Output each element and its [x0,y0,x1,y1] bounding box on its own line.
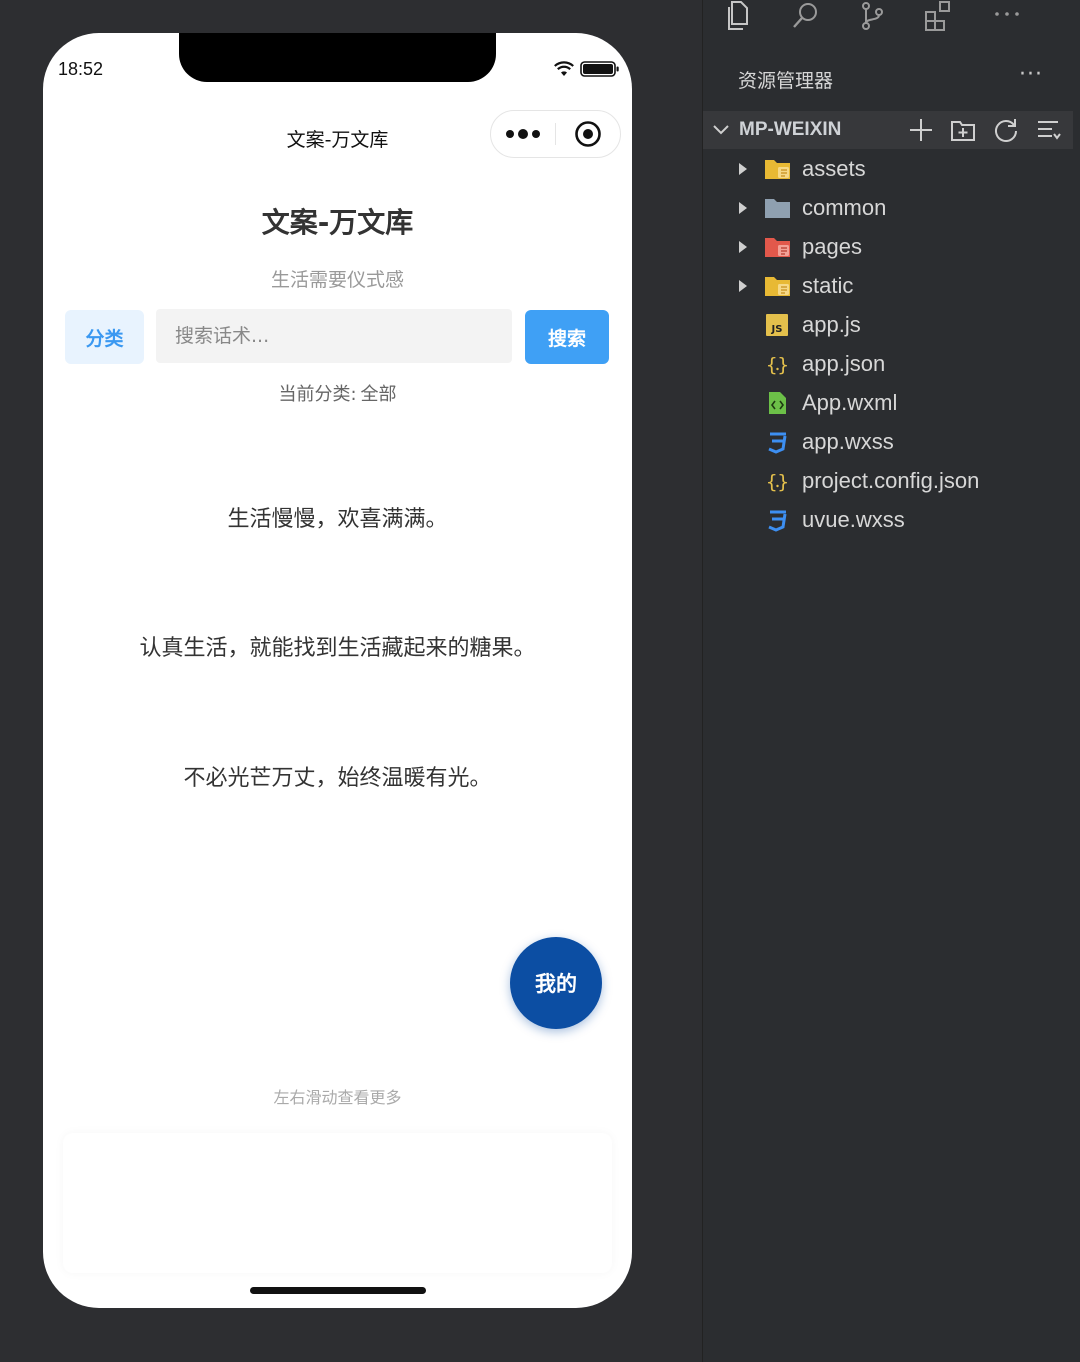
current-category-label: 当前分类: [278,384,357,405]
project-name: MP-WEIXIN [739,119,842,140]
swipe-hint: 左右滑动查看更多 [273,1088,402,1107]
svg-text:{}: {} [766,471,789,493]
tree-item-label: uvue.wxss [802,507,905,532]
search-input[interactable] [156,309,512,363]
explorer-panel: 资源管理器 ··· MP-WEIXIN assets common pages … [702,0,1080,1362]
tree-item-app-json[interactable]: {} app.json [703,345,1073,384]
collapse-all-icon[interactable] [1036,117,1062,143]
screen: 18:52 文案-万文库 文案-万文库 生活需要仪式感 分类 搜索话术... 搜… [0,0,1080,1362]
close-miniprogram-icon[interactable] [556,111,620,157]
wifi-icon [554,61,574,76]
home-indicator [250,1287,426,1294]
tree-item-label: App.wxml [802,390,898,415]
chevron-right-icon [739,202,747,214]
quote-item[interactable]: 不必光芒万丈，始终温暖有光。 [43,760,632,792]
tree-item-app-wxml[interactable]: App.wxml [703,384,1073,423]
chevron-right-icon [739,241,747,253]
tree-item-label: app.json [802,351,886,376]
tree-item-label: static [802,273,854,298]
activity-bar [703,0,1080,45]
json-file-icon: {} [766,471,789,493]
chevron-down-icon [713,125,729,135]
current-category-value: 全部 [360,384,397,405]
source-control-icon[interactable] [856,0,890,34]
files-icon[interactable] [721,0,755,34]
folder-pages-icon [765,238,790,257]
tree-item-uvue-wxss[interactable]: uvue.wxss [703,501,1073,540]
json-file-icon: {} [766,354,789,376]
svg-text:JS: JS [771,324,783,335]
folder-assets-icon [765,277,790,296]
explorer-title: 资源管理器 [738,70,834,92]
search-icon[interactable] [789,0,823,34]
folder-assets-icon [765,160,790,179]
tree-item-static[interactable]: static [703,267,1073,306]
app-subtitle: 生活需要仪式感 [270,269,404,291]
tree-item-label: project.config.json [802,468,980,493]
refresh-icon[interactable] [993,117,1019,143]
tree-item-project-config[interactable]: {} project.config.json [703,462,1073,501]
folder-icon [765,199,790,218]
chevron-right-icon [739,163,747,175]
category-button[interactable]: 分类 [65,310,144,364]
tree-item-pages[interactable]: pages [703,228,1073,267]
more-dots-icon[interactable] [491,111,555,157]
wxml-file-icon [769,392,786,414]
status-icons [554,61,620,77]
svg-text:{}: {} [766,354,789,376]
project-root[interactable]: MP-WEIXIN [703,111,1073,149]
tree-item-assets[interactable]: assets [703,150,1073,189]
explorer-more-icon[interactable]: ··· [1019,62,1043,87]
tree-item-app-js[interactable]: JS app.js [703,306,1073,345]
search-button[interactable]: 搜索 [525,310,609,364]
bottom-card [63,1133,612,1273]
quote-item[interactable]: 生活慢慢，欢喜满满。 [43,501,632,533]
chevron-right-icon [739,280,747,292]
css-file-icon [768,510,787,532]
phone-notch [179,33,496,82]
new-folder-icon[interactable] [950,117,976,143]
extensions-icon[interactable] [922,0,956,34]
more-icon[interactable] [991,0,1025,34]
phone-simulator: 18:52 文案-万文库 文案-万文库 生活需要仪式感 分类 搜索话术... 搜… [43,33,632,1308]
battery-icon [580,61,619,77]
current-category: 当前分类: 全部 [43,380,632,406]
tree-item-app-wxss[interactable]: app.wxss [703,423,1073,462]
css-file-icon [768,432,787,454]
tree-item-label: app.js [802,312,861,337]
miniprogram-capsule [490,110,621,158]
js-file-icon: JS [766,314,788,336]
new-file-icon[interactable] [908,117,934,143]
tree-item-label: assets [802,156,866,181]
tree-item-common[interactable]: common [703,189,1073,228]
tree-item-label: common [802,195,887,220]
tree-item-label: pages [802,234,862,259]
tree-item-label: app.wxss [802,429,894,454]
app-title: 文案-万文库 [261,206,414,239]
quote-item[interactable]: 认真生活，就能找到生活藏起来的糖果。 [43,630,632,662]
status-time: 18:52 [58,59,104,79]
mine-button[interactable]: 我的 [510,937,602,1029]
